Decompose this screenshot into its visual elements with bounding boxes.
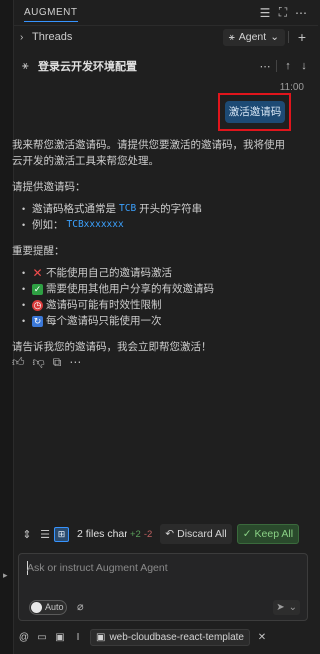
divider [288,31,289,43]
text-format-icon[interactable]: I [72,632,84,643]
bullet-icon: • [22,300,26,310]
diff-view-icon[interactable]: ⊞ [54,526,69,542]
wand-icon: ⚹ [228,31,235,43]
chevron-down-icon: ⌄ [270,31,279,43]
list-item: • ✕ 不能使用自己的邀请码激活 [12,265,294,281]
reply-notes-heading: 重要提醒： [12,245,65,257]
more-icon[interactable]: ⋯ [292,6,310,20]
toggle-knob [31,602,42,613]
arrow-up-icon[interactable]: ↑ [280,60,296,72]
folder-icon: ▣ [96,631,106,643]
changes-bar: ⇕ ☰ ⊞ 2 files char +2 -2 ↶ Discard All ✓… [14,522,306,546]
send-icon: ➤ [276,602,285,613]
panel-titlebar: AUGMENT ☰ ⛶ ⋯ [14,0,318,26]
undo-icon: ↶ [165,528,175,540]
thumbs-down-icon[interactable]: 👎︎ [33,355,45,370]
files-changed-label[interactable]: 2 files char [77,528,127,540]
context-chip[interactable]: ▣ web-cloudbase-react-template [90,628,250,646]
bullet-icon: • [22,220,26,230]
reply-intro: 我来帮您激活邀请码。请提供您要激活的邀请码，我将使用云开发的激活工具来帮您处理。 [12,139,285,167]
note-text: 需要使用其他用户分享的有效邀请码 [46,283,214,295]
context-chip-label: web-cloudbase-react-template [109,631,244,643]
message-timestamp: 11:00 [279,82,304,93]
keep-all-button[interactable]: ✓ Keep All [236,524,300,544]
agent-mode-button[interactable]: ⚹ Agent ⌄ [222,28,285,46]
threads-bar: › Threads ⚹ Agent ⌄ + [14,26,318,48]
highlight-box: 激活邀请码 [218,93,291,131]
notes-list: • ✕ 不能使用自己的邀请码激活 • ✓ 需要使用其他用户分享的有效邀请码 • … [12,265,294,329]
format-list: • 邀请码格式通常是 TCB 开头的字符串 • 例如： TCBxxxxxxx [12,201,294,233]
list-item: • 例如： TCBxxxxxxx [12,217,294,233]
more-icon[interactable]: ⋯ [69,355,81,370]
bullet-icon: • [22,316,26,326]
auto-label: Auto [45,602,64,612]
threads-label[interactable]: Threads [32,31,72,43]
note-text: 邀请码可能有时效性限制 [46,299,162,311]
message-actions: 👍︎ 👎︎ ⧉ ⋯ [12,355,81,370]
conversation-title[interactable]: 登录云开发环境配置 [38,58,137,74]
more-icon[interactable]: ⋯ [257,60,273,73]
bullet-icon: • [22,268,26,278]
reply-closing: 请告诉我您的邀请码，我会立即帮您激活！ [12,341,212,353]
assistant-message: 我来帮您激活邀请码。请提供您要激活的邀请码，我将使用云开发的激活工具来帮您处理。… [12,137,294,365]
image-icon[interactable]: ▣ [54,632,66,643]
chevron-right-icon[interactable]: › [20,32,32,43]
example-prefix: 例如： [32,219,64,231]
arrow-down-icon[interactable]: ↓ [296,60,312,72]
panel-title[interactable]: AUGMENT [24,7,78,22]
copy-icon[interactable]: ⧉ [53,355,62,370]
list-item: • ✓ 需要使用其他用户分享的有效邀请码 [12,281,294,297]
user-message-bubble[interactable]: 激活邀请码 [225,101,285,123]
composer-toolbar: @ ▭ ▣ I ▣ web-cloudbase-react-template ✕ [18,628,308,646]
lines-removed: -2 [143,528,153,540]
auto-toggle[interactable]: Auto [29,600,67,615]
list-view-icon[interactable]: ☰ [36,528,54,541]
lines-added: +2 [130,528,141,540]
new-thread-icon[interactable]: + [292,29,312,45]
check-mark-icon: ✓ [32,283,43,295]
note-text: 每个邀请码只能使用一次 [46,315,162,327]
format-prefix: 邀请码格式通常是 [32,203,116,215]
inline-code: TCBxxxxxxx [66,219,124,230]
alarm-clock-icon: ◷ [32,299,43,311]
inline-code: TCB [119,203,137,214]
check-icon: ✓ [242,528,252,540]
mention-icon[interactable]: @ [18,632,30,643]
expand-icon[interactable]: ⛶ [274,5,292,20]
wand-icon: ⚹ [22,59,29,72]
menu-icon[interactable]: ☰ [256,6,274,20]
agent-mode-label: Agent [238,31,267,43]
archive-icon[interactable]: ▭ [36,632,48,643]
chevron-updown-icon[interactable]: ⇕ [18,528,36,541]
list-item: • ↻ 每个邀请码只能使用一次 [12,313,294,329]
send-button[interactable]: ➤ ⌄ [273,600,300,615]
list-item: • ◷ 邀请码可能有时效性限制 [12,297,294,313]
collapsed-marker: ▸ [3,570,8,580]
cross-mark-icon: ✕ [32,265,43,280]
conversation-header: ⚹ 登录云开发环境配置 ⋯ ↑ ↓ [14,52,318,80]
list-item: • 邀请码格式通常是 TCB 开头的字符串 [12,201,294,217]
discard-all-label: Discard All [177,528,227,540]
format-suffix: 开头的字符串 [139,203,203,215]
input-placeholder: Ask or instruct Augment Agent [27,562,168,574]
keep-all-label: Keep All [254,528,294,540]
attach-icon[interactable]: ⌀ [77,600,84,613]
close-icon[interactable]: ✕ [256,632,268,643]
thumbs-up-icon[interactable]: 👍︎ [12,355,25,370]
bullet-icon: • [22,204,26,214]
bullet-icon: • [22,284,26,294]
chevron-down-icon[interactable]: ⌄ [289,602,297,613]
discard-all-button[interactable]: ↶ Discard All [160,524,232,544]
reply-provide-heading: 请提供邀请码： [12,181,86,193]
divider [276,60,277,72]
note-text: 不能使用自己的邀请码激活 [46,267,172,279]
message-input[interactable]: Ask or instruct Augment Agent Auto ⌀ ➤ ⌄ [18,553,308,621]
refresh-icon: ↻ [32,315,43,327]
